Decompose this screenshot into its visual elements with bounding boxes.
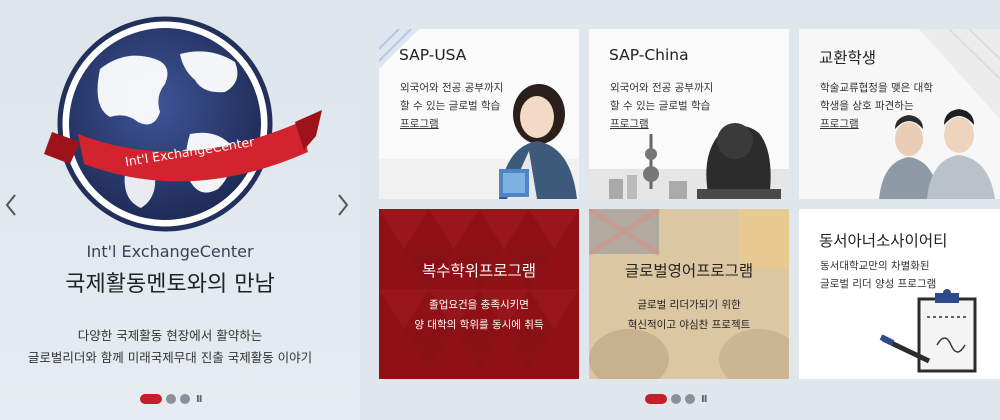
pager-dot[interactable] [180,394,190,404]
tile-honor-society[interactable]: 동서아너소사이어티 동서대학교만의 차별화된 글로벌 리더 양성 프로그램 [799,209,1000,379]
pager-dot-active[interactable] [140,394,162,404]
tile-sap-usa[interactable]: SAP-USA 외국어와 전공 공부까지 할 수 있는 글로벌 학습 프로그램 [379,29,579,199]
tile-description: 외국어와 전공 공부까지 할 수 있는 글로벌 학습 프로그램 [610,79,750,133]
tile-title: SAP-China [609,46,689,64]
slider-desc-line: 글로벌리더와 함께 미래국제무대 진출 국제활동 이야기 [27,350,313,365]
tile-title: SAP-USA [399,46,467,64]
tile-desc-line: 양 대학의 학위를 동시에 취득 [414,319,544,331]
slider-title[interactable]: 국제활동멘토와의 만남 [0,266,340,298]
tile-title: 글로벌영어프로그램 [624,262,754,280]
slider-subtitle: Int'l ExchangeCenter [86,242,254,261]
clipboard-icon [879,289,977,373]
tile-desc-line: 혁신적이고 야심찬 프로젝트 [627,319,751,331]
tile-description: 외국어와 전공 공부까지 할 수 있는 글로벌 학습 프로그램 [400,79,540,133]
tile-desc-line: 글로벌 리더가되기 위한 [637,299,741,311]
tile-pager: II [645,392,708,406]
tile-desc-line: 할 수 있는 글로벌 학습 [610,100,711,112]
pager-dot-active[interactable] [645,394,667,404]
tile-exchange-student[interactable]: 교환학생 학술교류협정을 맺은 대학 학생을 상호 파견하는 프로그램 [799,29,1000,199]
triangle-pattern-background [379,209,579,369]
slider-prev-button[interactable] [0,190,22,220]
tile-desc-line: 외국어와 전공 공부까지 [400,82,504,94]
tile-description: 글로벌 리더가되기 위한 혁신적이고 야심찬 프로젝트 [589,295,789,335]
tile-desc-link[interactable]: 프로그램 [610,115,750,133]
pager-dot[interactable] [685,394,695,404]
slider-next-button[interactable] [332,190,354,220]
globe-illustration: Int'l ExchangeCenter [40,14,330,234]
tile-desc-line: 학술교류협정을 맺은 대학 [820,82,933,94]
tile-description: 동서대학교만의 차별화된 글로벌 리더 양성 프로그램 [820,257,990,293]
tile-desc-line: 외국어와 전공 공부까지 [610,82,714,94]
pager-dot[interactable] [671,394,681,404]
tile-description: 학술교류협정을 맺은 대학 학생을 상호 파견하는 프로그램 [820,79,960,133]
tile-desc-link[interactable]: 프로그램 [400,115,540,133]
slider-description: 다양한 국제활동 현장에서 활약하는 글로벌리더와 함께 미래국제무대 진출 국… [0,325,340,369]
tile-description: 졸업요건을 충족시키면 양 대학의 학위를 동시에 취득 [379,295,579,335]
tile-title: 교환학생 [819,49,877,67]
tile-sap-china[interactable]: SAP-China 외국어와 전공 공부까지 할 수 있는 글로벌 학습 프로그… [589,29,789,199]
chevron-right-icon [338,194,349,216]
pager-dot[interactable] [166,394,176,404]
tile-desc-line: 할 수 있는 글로벌 학습 [400,100,501,112]
tile-dual-degree[interactable]: 복수학위프로그램 졸업요건을 충족시키면 양 대학의 학위를 동시에 취득 [379,209,579,379]
tile-title: 동서아너소사이어티 [819,232,948,250]
tile-desc-line: 동서대학교만의 차별화된 [820,260,930,272]
slider-pager: II [140,392,203,406]
classroom-photo-illustration [589,209,789,379]
pause-icon[interactable]: II [196,394,203,405]
tile-global-english[interactable]: 글로벌영어프로그램 글로벌 리더가되기 위한 혁신적이고 야심찬 프로젝트 [589,209,789,379]
tile-desc-link[interactable]: 프로그램 [820,115,960,133]
chevron-left-icon [5,194,16,216]
tile-title: 복수학위프로그램 [421,262,537,280]
pause-icon[interactable]: II [701,394,708,405]
tile-desc-line: 학생을 상호 파견하는 [820,100,914,112]
slider-desc-line: 다양한 국제활동 현장에서 활약하는 [77,328,263,343]
intl-exchange-slider: Int'l ExchangeCenter Int'l ExchangeCente… [0,0,360,420]
tile-desc-line: 졸업요건을 충족시키면 [429,299,529,311]
